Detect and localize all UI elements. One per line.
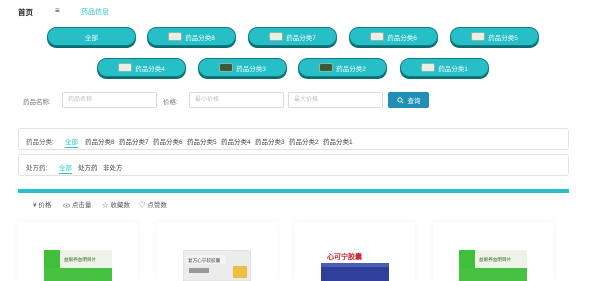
name-search-input[interactable] [62,92,157,108]
category-pill-label: 药品分类8 [185,34,215,42]
category-pill-3[interactable]: 药品分类3 [198,58,287,77]
category-pill-label: 药品分类2 [336,65,366,73]
category-pill-label: 药品分类6 [387,34,417,42]
breadcrumb[interactable]: 药品信息 [81,7,109,17]
product-box-text: 心可宁胶囊 [327,252,363,261]
medicine-thumbnail-icon [370,32,385,41]
min-price-input[interactable] [189,92,284,108]
category-pill-8[interactable]: 药品分类8 [147,27,236,46]
category-filter-title: 药品分类: [26,139,54,146]
product-card[interactable]: 心可宁胶囊 [295,222,415,281]
search-icon [396,96,404,104]
medicine-thumbnail-icon [118,63,133,72]
nav-home-link[interactable]: 首页 [18,7,33,18]
product-image: 心可宁胶囊 [321,250,389,281]
prescription-filter-option-all[interactable]: 全部 [59,162,72,174]
category-filter-option[interactable]: 药品分类8 [85,136,115,146]
prescription-filter: 处方药: 全部 处方药 非处方 [18,154,569,176]
category-filter-option[interactable]: 药品分类5 [187,136,217,146]
category-pill-2[interactable]: 药品分类2 [298,58,387,77]
category-pill-label: 药品分类3 [236,65,266,73]
medicine-thumbnail-icon [471,32,486,41]
product-card[interactable]: 益眼养血明目片 [433,222,553,281]
sort-favorites-label: 收藏数 [110,202,130,209]
thumbs-up-icon: ♡ [139,202,146,209]
category-pill-all[interactable]: 全部 [47,27,136,46]
max-price-input[interactable] [288,92,383,108]
product-image: 复方心宁软胶囊 [183,250,251,281]
category-filter-option[interactable]: 药品分类7 [119,136,149,146]
section-divider [18,189,569,193]
product-card[interactable]: 益眼养血明目片 [18,222,138,281]
category-pill-7[interactable]: 药品分类7 [248,27,337,46]
product-box-text: 复方心宁软胶囊 [188,257,221,264]
sort-favorites[interactable]: ☆ 收藏数 [102,199,130,209]
medicine-thumbnail-icon [319,63,334,72]
product-box-text: 益眼养血明目片 [479,256,512,263]
prescription-filter-option[interactable]: 处方药 [78,162,98,172]
prescription-filter-option[interactable]: 非处方 [103,162,123,172]
medicine-thumbnail-icon [219,63,234,72]
category-pill-label: 药品分类7 [286,34,316,42]
category-filter-option[interactable]: 药品分类2 [289,136,319,146]
category-pill-5[interactable]: 药品分类5 [450,27,539,46]
product-image: 益眼养血明目片 [44,250,112,281]
category-pill-1[interactable]: 药品分类1 [400,58,489,77]
sort-clicks-label: 点击量 [71,202,92,209]
product-image: 益眼养血明目片 [459,250,527,281]
category-filter: 药品分类: 全部 药品分类8 药品分类7 药品分类6 药品分类5 药品分类4 药… [18,128,569,150]
category-filter-option[interactable]: 药品分类3 [255,136,285,146]
category-filter-option[interactable]: 药品分类4 [221,136,251,146]
sort-likes-label: 点赞数 [147,202,167,209]
medicine-thumbnail-icon [168,32,183,41]
category-pill-label: 全部 [85,34,98,42]
category-filter-option-all[interactable]: 全部 [65,136,78,148]
name-label: 药品名称: [23,99,51,106]
medicine-thumbnail-icon [269,32,284,41]
eye-icon [63,203,70,208]
category-pill-4[interactable]: 药品分类4 [97,58,186,77]
product-box-text: 益眼养血明目片 [64,256,97,263]
top-bar: 首页 ≡ 药品信息 [0,0,600,22]
category-pill-label: 药品分类4 [135,65,165,73]
sort-clicks[interactable]: 点击量 [63,199,91,209]
prescription-filter-title: 处方药: [26,165,48,172]
category-pill-label: 药品分类1 [438,65,468,73]
medicine-thumbnail-icon [421,63,436,72]
category-pill-6[interactable]: 药品分类6 [349,27,438,46]
category-filter-option[interactable]: 药品分类1 [323,136,353,146]
search-button-label: 查询 [407,98,421,105]
price-label: 价格: [163,99,178,106]
product-card[interactable]: 复方心宁软胶囊 [157,222,277,281]
category-filter-option[interactable]: 药品分类6 [153,136,183,146]
search-button[interactable]: 查询 [388,92,429,108]
sort-price[interactable]: ¥ 价格 [33,199,51,209]
menu-icon[interactable]: ≡ [55,6,60,15]
category-pill-label: 药品分类5 [488,34,518,42]
sort-likes[interactable]: ♡ 点赞数 [139,199,167,209]
star-icon: ☆ [102,202,109,209]
